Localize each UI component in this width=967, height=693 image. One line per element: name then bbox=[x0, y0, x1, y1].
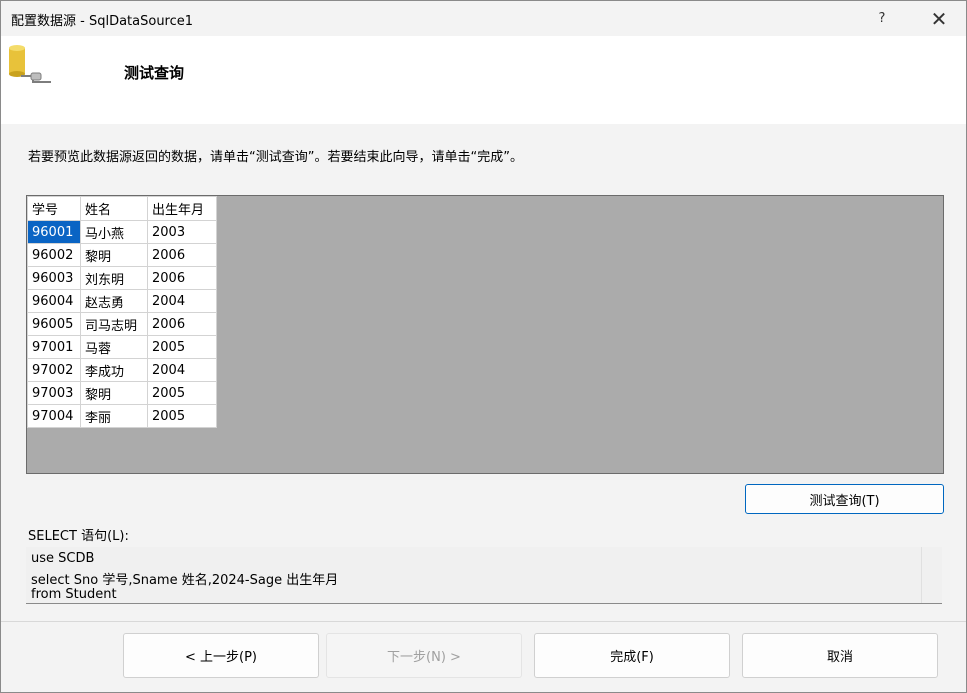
dialog-window: 配置数据源 - SqlDataSource1 ? ✕ 测试查询 若要预览此数据源… bbox=[0, 0, 967, 693]
title-bar: 配置数据源 - SqlDataSource1 ? ✕ bbox=[1, 1, 966, 36]
cell-sno[interactable]: 96003 bbox=[27, 266, 81, 290]
sql-label: SELECT 语句(L): bbox=[28, 529, 129, 544]
cell-birth[interactable]: 2004 bbox=[147, 289, 217, 313]
table-row[interactable]: 97002 李成功 2004 bbox=[27, 358, 217, 382]
table-row[interactable]: 96003 刘东明 2006 bbox=[27, 266, 217, 290]
cell-sno[interactable]: 97004 bbox=[27, 404, 81, 428]
cell-birth[interactable]: 2006 bbox=[147, 243, 217, 267]
cancel-button[interactable]: 取消 bbox=[742, 633, 938, 678]
cell-sno[interactable]: 96002 bbox=[27, 243, 81, 267]
cell-name[interactable]: 赵志勇 bbox=[80, 289, 148, 313]
cell-name[interactable]: 黎明 bbox=[80, 243, 148, 267]
cell-birth[interactable]: 2005 bbox=[147, 404, 217, 428]
column-header-name[interactable]: 姓名 bbox=[80, 196, 148, 221]
cell-sno[interactable]: 96005 bbox=[27, 312, 81, 336]
finish-button[interactable]: 完成(F) bbox=[534, 633, 730, 678]
cell-birth[interactable]: 2005 bbox=[147, 381, 217, 405]
table-row[interactable]: 96002 黎明 2006 bbox=[27, 243, 217, 267]
cell-birth[interactable]: 2003 bbox=[147, 220, 217, 244]
sql-statement-box[interactable]: use SCDB select Sno 学号,Sname 姓名,2024-Sag… bbox=[26, 547, 942, 604]
cell-birth[interactable]: 2004 bbox=[147, 358, 217, 382]
cell-sno[interactable]: 97002 bbox=[27, 358, 81, 382]
close-button[interactable]: ✕ bbox=[914, 1, 964, 36]
next-button[interactable]: 下一步(N) > bbox=[326, 633, 522, 678]
cell-sno[interactable]: 96004 bbox=[27, 289, 81, 313]
table-row[interactable]: 96001 马小燕 2003 bbox=[27, 220, 217, 244]
cell-name[interactable]: 刘东明 bbox=[80, 266, 148, 290]
results-grid-area[interactable]: 学号 姓名 出生年月 96001 马小燕 2003 96002 黎明 2006 … bbox=[26, 195, 944, 474]
cell-name[interactable]: 李成功 bbox=[80, 358, 148, 382]
table-row[interactable]: 97001 马蓉 2005 bbox=[27, 335, 217, 359]
wizard-header: 测试查询 bbox=[1, 36, 966, 124]
cell-sno[interactable]: 97003 bbox=[27, 381, 81, 405]
page-title: 测试查询 bbox=[124, 64, 185, 82]
sql-line: from Student bbox=[31, 587, 117, 602]
cell-name[interactable]: 黎明 bbox=[80, 381, 148, 405]
sql-line: use SCDB bbox=[31, 551, 95, 566]
cell-birth[interactable]: 2006 bbox=[147, 312, 217, 336]
cell-birth[interactable]: 2005 bbox=[147, 335, 217, 359]
table-row[interactable]: 97003 黎明 2005 bbox=[27, 381, 217, 405]
cell-name[interactable]: 司马志明 bbox=[80, 312, 148, 336]
cell-sno[interactable]: 96001 bbox=[27, 220, 81, 244]
previous-button[interactable]: < 上一步(P) bbox=[123, 633, 319, 678]
test-query-button[interactable]: 测试查询(T) bbox=[745, 484, 944, 514]
column-header-birth[interactable]: 出生年月 bbox=[147, 196, 217, 221]
cell-sno[interactable]: 97001 bbox=[27, 335, 81, 359]
table-row[interactable]: 96004 赵志勇 2004 bbox=[27, 289, 217, 313]
cell-name[interactable]: 李丽 bbox=[80, 404, 148, 428]
results-table[interactable]: 学号 姓名 出生年月 96001 马小燕 2003 96002 黎明 2006 … bbox=[27, 196, 217, 428]
cell-name[interactable]: 马小燕 bbox=[80, 220, 148, 244]
table-row[interactable]: 97004 李丽 2005 bbox=[27, 404, 217, 428]
cell-name[interactable]: 马蓉 bbox=[80, 335, 148, 359]
footer-divider bbox=[1, 621, 966, 622]
database-connection-icon bbox=[9, 45, 51, 83]
header-row: 学号 姓名 出生年月 bbox=[27, 196, 217, 221]
cell-birth[interactable]: 2006 bbox=[147, 266, 217, 290]
column-header-sno[interactable]: 学号 bbox=[27, 196, 81, 221]
sql-line: select Sno 学号,Sname 姓名,2024-Sage 出生年月 bbox=[31, 573, 339, 588]
help-button[interactable]: ? bbox=[859, 1, 905, 36]
instruction-text: 若要预览此数据源返回的数据，请单击“测试查询”。若要结束此向导，请单击“完成”。 bbox=[28, 150, 523, 165]
table-row[interactable]: 96005 司马志明 2006 bbox=[27, 312, 217, 336]
sql-scrollbar[interactable] bbox=[921, 547, 942, 603]
window-title: 配置数据源 - SqlDataSource1 bbox=[11, 14, 194, 29]
